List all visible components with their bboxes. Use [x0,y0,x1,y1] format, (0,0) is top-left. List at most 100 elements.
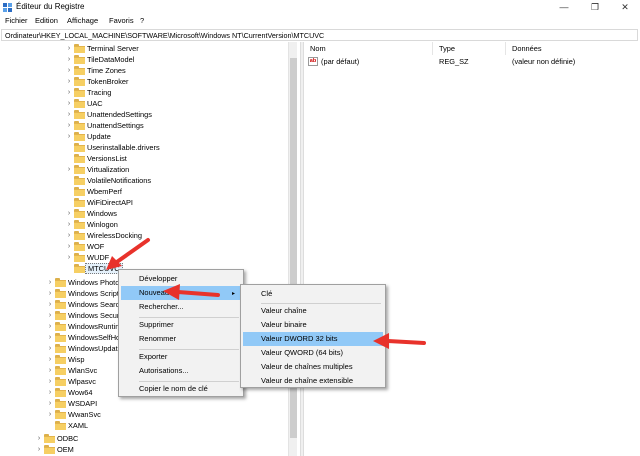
submenu-item-valeur-binaire[interactable]: Valeur binaire [243,318,383,332]
column-header-name[interactable]: Nom [310,44,326,53]
folder-icon [74,187,85,196]
folder-icon [74,264,85,273]
folder-icon [44,434,55,443]
menu-item-supprimer[interactable]: Supprimer [121,318,241,332]
value-name: (par défaut) [321,57,360,66]
folder-icon [74,209,85,218]
menu-affichage[interactable]: Affichage [67,16,98,25]
title-bar: Éditeur du Registre — ❐ ✕ [0,0,640,15]
maximize-button[interactable]: ❐ [585,1,605,13]
folder-icon [55,399,66,408]
expand-chevron-icon[interactable]: › [46,321,54,332]
minimize-button[interactable]: — [554,1,574,13]
folder-icon [74,242,85,251]
menu-item-copier-nom[interactable]: Copier le nom de clé [121,382,241,396]
menu-favoris[interactable]: Favoris [109,16,134,25]
expand-chevron-icon[interactable]: › [46,343,54,354]
close-button[interactable]: ✕ [615,1,635,13]
expand-chevron-icon[interactable]: › [65,252,73,263]
annotation-arrow-icon [373,333,426,349]
expand-chevron-icon[interactable]: › [46,288,54,299]
submenu-item-cle[interactable]: Clé [243,287,383,301]
folder-icon [74,77,85,86]
folder-icon [74,231,85,240]
expand-chevron-icon[interactable]: › [46,332,54,343]
annotation-arrow-icon [163,284,220,300]
window-title: Éditeur du Registre [16,2,85,11]
expand-chevron-icon[interactable]: › [65,208,73,219]
submenu-item-valeur-chaine[interactable]: Valeur chaîne [243,304,383,318]
tree-node-label: WbemPerf [87,187,122,196]
tree-node-label: WSDAPI [68,399,98,408]
folder-icon [74,154,85,163]
tree-node-label: XAML [68,421,89,430]
tree-node-label: WwanSvc [68,410,101,419]
expand-chevron-icon[interactable]: › [65,120,73,131]
expand-chevron-icon[interactable]: › [65,219,73,230]
expand-chevron-icon[interactable]: › [35,433,43,444]
expand-chevron-icon[interactable]: › [65,241,73,252]
regedit-app-icon [3,3,12,12]
tree-node-label: Wow64 [68,388,93,397]
expand-chevron-icon[interactable]: › [65,131,73,142]
expand-chevron-icon[interactable]: › [46,277,54,288]
tree-node-label: Userinstallable.drivers [87,143,160,152]
menu-item-autorisations[interactable]: Autorisations... [121,364,241,378]
pane-splitter[interactable] [300,42,304,456]
column-separator[interactable] [505,42,506,55]
tree-scrollbar[interactable] [288,42,297,456]
expand-chevron-icon[interactable]: › [65,164,73,175]
tree-node-label: Winlogon [87,220,118,229]
submenu-item-valeur-qword[interactable]: Valeur QWORD (64 bits) [243,346,383,360]
expand-chevron-icon[interactable]: › [35,444,43,455]
value-type: REG_SZ [439,57,469,66]
expand-chevron-icon[interactable]: › [46,398,54,409]
expand-chevron-icon[interactable]: › [46,387,54,398]
folder-icon [55,322,66,331]
expand-chevron-icon[interactable]: › [65,230,73,241]
expand-chevron-icon[interactable]: › [46,310,54,321]
expand-chevron-icon[interactable]: › [65,43,73,54]
submenu-item-chaine-extensible[interactable]: Valeur de chaîne extensible [243,374,383,388]
submenu-item-valeur-dword[interactable]: Valeur DWORD 32 bits [243,332,383,346]
folder-icon [55,278,66,287]
tree-node-label: TileDataModel [87,55,135,64]
tree-node-label: VersionsList [87,154,127,163]
menu-fichier[interactable]: Fichier [5,16,28,25]
tree-node-label: Wlpasvc [68,377,96,386]
folder-icon [44,445,55,454]
tree-node-label: Update [87,132,111,141]
tree-node-label: Terminal Server [87,44,139,53]
column-header-type[interactable]: Type [439,44,455,53]
folder-icon [74,143,85,152]
tree-node-label: Windows Photo [68,278,120,287]
folder-icon [55,355,66,364]
expand-chevron-icon[interactable]: › [46,365,54,376]
submenu-item-chaines-multiples[interactable]: Valeur de chaînes multiples [243,360,383,374]
tree-node-label: WindowsUpdate [68,344,122,353]
expand-chevron-icon[interactable]: › [46,376,54,387]
expand-chevron-icon[interactable]: › [65,87,73,98]
menu-edition[interactable]: Edition [35,16,58,25]
column-separator[interactable] [432,42,433,55]
expand-chevron-icon[interactable]: › [65,98,73,109]
expand-chevron-icon[interactable]: › [65,109,73,120]
expand-chevron-icon[interactable]: › [46,409,54,420]
expand-chevron-icon[interactable]: › [65,54,73,65]
folder-icon [74,220,85,229]
menu-item-renommer[interactable]: Renommer [121,332,241,346]
tree-node-label: OEM [57,445,74,454]
tree-node-label: WiFiDirectAPI [87,198,133,207]
new-submenu: Clé Valeur chaîne Valeur binaire Valeur … [240,284,386,388]
menu-help[interactable]: ? [140,16,144,25]
address-bar[interactable]: Ordinateur\HKEY_LOCAL_MACHINE\SOFTWARE\M… [1,29,638,41]
menu-item-exporter[interactable]: Exporter [121,350,241,364]
tree-node-label: UnattendSettings [87,121,144,130]
expand-chevron-icon[interactable]: › [65,65,73,76]
folder-icon [55,377,66,386]
expand-chevron-icon[interactable]: › [46,354,54,365]
expand-chevron-icon[interactable]: › [46,299,54,310]
expand-chevron-icon[interactable]: › [65,76,73,87]
column-header-data[interactable]: Données [512,44,542,53]
folder-icon [55,410,66,419]
